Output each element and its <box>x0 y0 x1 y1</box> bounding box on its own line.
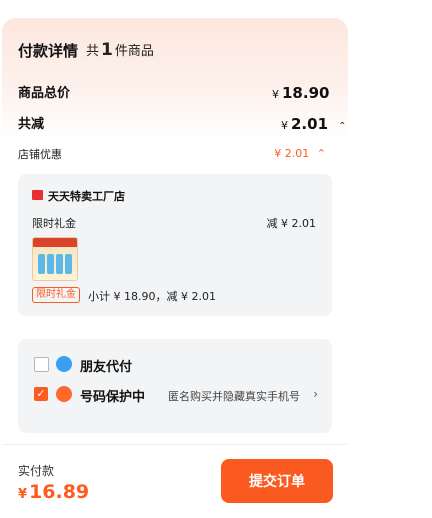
discount-price: ¥2.01 <box>281 115 328 133</box>
total-price: ¥18.90 <box>272 84 329 102</box>
product-image-part <box>56 254 63 274</box>
pay-value: 16.89 <box>29 481 90 503</box>
product-image-part <box>65 254 72 274</box>
check-icon: ✓ <box>36 387 46 400</box>
number-protect-label[interactable]: 号码保护中 <box>80 386 145 405</box>
submit-order-button[interactable]: 提交订单 <box>221 459 333 503</box>
product-thumbnail[interactable] <box>32 237 78 281</box>
gift-label: 限时礼金 <box>32 217 76 230</box>
friend-pay-checkbox[interactable] <box>34 357 49 372</box>
shop-discount-toggle[interactable]: ¥ 2.01 ⌃ <box>274 147 326 160</box>
count-suffix: 件商品 <box>114 44 154 59</box>
friend-pay-icon <box>56 356 72 372</box>
pay-currency: ¥ <box>18 487 28 502</box>
store-icon <box>32 190 43 200</box>
store-card: 天天特卖工厂店 限时礼金 减 ¥ 2.01 限时礼金 小计 ¥ 18.90，减 … <box>18 174 332 316</box>
discount-label: 共减 <box>18 117 45 132</box>
chevron-up-icon: ⌃ <box>338 121 347 132</box>
gift-amount: 减 ¥ 2.01 <box>266 217 316 230</box>
total-value: 18.90 <box>282 84 330 102</box>
total-currency: ¥ <box>272 88 279 101</box>
count-prefix: 共 <box>86 44 100 59</box>
pay-amount: ¥16.89 <box>18 481 89 503</box>
number-protect-checkbox[interactable]: ✓ <box>34 387 48 401</box>
product-image-part <box>47 254 54 274</box>
shop-discount-label: 店铺优惠 <box>18 148 62 161</box>
payment-details-panel: 付款详情 共 1 件商品 商品总价 ¥18.90 共减 ¥2.01 ⌃ 店铺优惠 ¥… <box>2 18 348 518</box>
page-title: 付款详情 <box>18 42 79 60</box>
number-protect-desc[interactable]: 匿名购买并隐藏真实手机号 <box>168 388 300 404</box>
friend-pay-label[interactable]: 朋友代付 <box>80 356 132 375</box>
footer-divider <box>2 444 348 445</box>
pay-label: 实付款 <box>18 464 55 478</box>
discount-currency: ¥ <box>281 119 288 132</box>
total-label: 商品总价 <box>18 86 71 101</box>
store-subtotal: 小计 ¥ 18.90，减 ¥ 2.01 <box>88 290 216 303</box>
discount-value: 2.01 <box>291 115 329 133</box>
store-name[interactable]: 天天特卖工厂店 <box>48 188 125 204</box>
shop-discount-value: ¥ 2.01 <box>274 147 310 160</box>
shield-icon <box>56 386 72 402</box>
product-image-part <box>38 254 45 274</box>
discount-row-toggle[interactable]: ¥2.01 ⌃ <box>281 114 347 133</box>
chevron-right-icon[interactable]: › <box>313 387 318 401</box>
options-card: 朋友代付 ✓ 号码保护中 匿名购买并隐藏真实手机号 › <box>18 339 332 433</box>
chevron-up-icon: ⌃ <box>316 147 326 160</box>
count-number: 1 <box>101 40 113 60</box>
item-count: 共 1 件商品 <box>86 40 154 60</box>
gift-tag-badge: 限时礼金 <box>32 287 80 303</box>
